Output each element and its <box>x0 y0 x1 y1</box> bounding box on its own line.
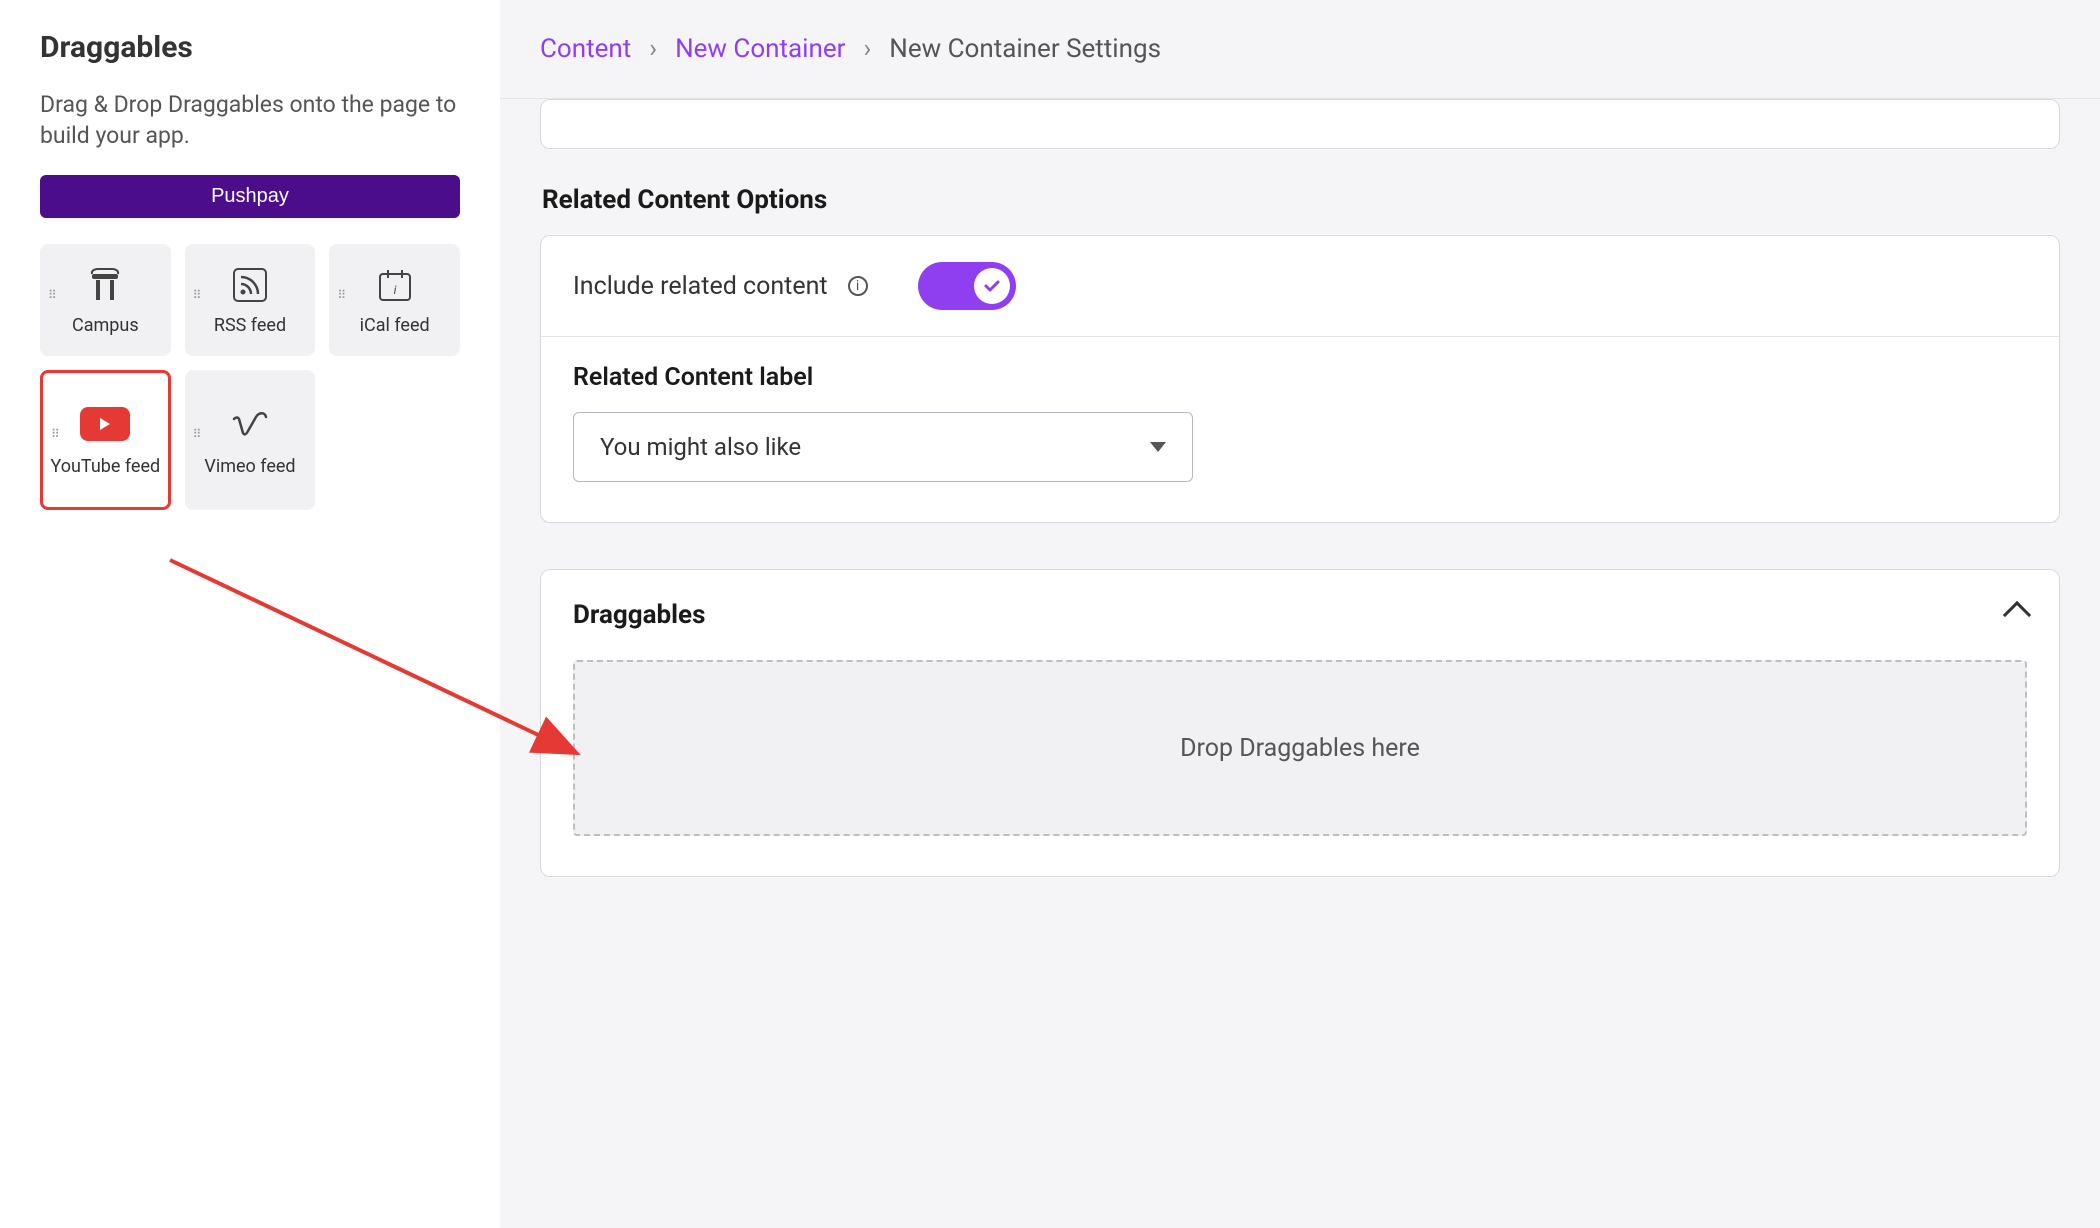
draggable-tile-campus[interactable]: ⠿ Campus <box>40 244 171 356</box>
breadcrumb-link-content[interactable]: Content <box>540 34 631 64</box>
dropzone-text: Drop Draggables here <box>1180 734 1420 763</box>
info-icon[interactable]: i <box>848 276 868 296</box>
breadcrumb: Content › New Container › New Container … <box>500 0 2100 99</box>
previous-card-stub <box>540 99 2060 149</box>
campus-icon <box>85 265 125 305</box>
tile-label: YouTube feed <box>50 454 160 477</box>
tile-label: Vimeo feed <box>204 454 295 477</box>
include-related-toggle[interactable] <box>918 262 1016 310</box>
select-value: You might also like <box>600 433 801 461</box>
drag-handle-icon: ⠿ <box>48 293 55 297</box>
draggable-tile-ical[interactable]: ⠿ i iCal feed <box>329 244 460 356</box>
section-title-related: Related Content Options <box>542 185 2060 215</box>
youtube-icon <box>80 404 130 444</box>
drag-handle-icon: ⠿ <box>193 432 200 436</box>
vimeo-icon <box>230 404 270 444</box>
drag-handle-icon: ⠿ <box>193 293 200 297</box>
draggable-tile-rss[interactable]: ⠿ RSS feed <box>185 244 316 356</box>
draggables-section-card: Draggables Drop Draggables here <box>540 569 2060 877</box>
chevron-right-icon: › <box>649 34 657 64</box>
related-label-title: Related Content label <box>573 363 2027 392</box>
caret-down-icon <box>1150 442 1166 452</box>
main-panel: Content › New Container › New Container … <box>500 0 2100 1228</box>
draggables-section-title: Draggables <box>573 600 705 630</box>
draggable-tile-youtube[interactable]: ⠿ YouTube feed <box>40 370 171 510</box>
chevron-up-icon[interactable] <box>2003 601 2031 629</box>
drag-handle-icon: ⠿ <box>51 432 58 436</box>
tile-label: RSS feed <box>214 315 286 336</box>
toggle-label: Include related content <box>573 272 828 301</box>
tile-label: iCal feed <box>360 315 430 336</box>
drag-handle-icon: ⠿ <box>337 293 344 297</box>
chevron-right-icon: › <box>863 34 871 64</box>
pushpay-button[interactable]: Pushpay <box>40 175 460 218</box>
breadcrumb-link-container[interactable]: New Container <box>675 34 845 64</box>
rss-icon <box>232 265 268 305</box>
calendar-icon: i <box>376 265 414 305</box>
draggable-tile-vimeo[interactable]: ⠿ Vimeo feed <box>185 370 316 510</box>
svg-text:i: i <box>393 283 396 297</box>
sidebar-panel: Draggables Drag & Drop Draggables onto t… <box>0 0 500 1228</box>
draggables-dropzone[interactable]: Drop Draggables here <box>573 660 2027 836</box>
breadcrumb-current: New Container Settings <box>889 34 1161 64</box>
related-content-card: Include related content i Related Conten… <box>540 235 2060 523</box>
sidebar-description: Drag & Drop Draggables onto the page to … <box>40 89 460 151</box>
check-icon <box>974 268 1010 304</box>
tile-label: Campus <box>72 315 139 336</box>
sidebar-title: Draggables <box>40 30 460 65</box>
related-label-select[interactable]: You might also like <box>573 412 1193 482</box>
